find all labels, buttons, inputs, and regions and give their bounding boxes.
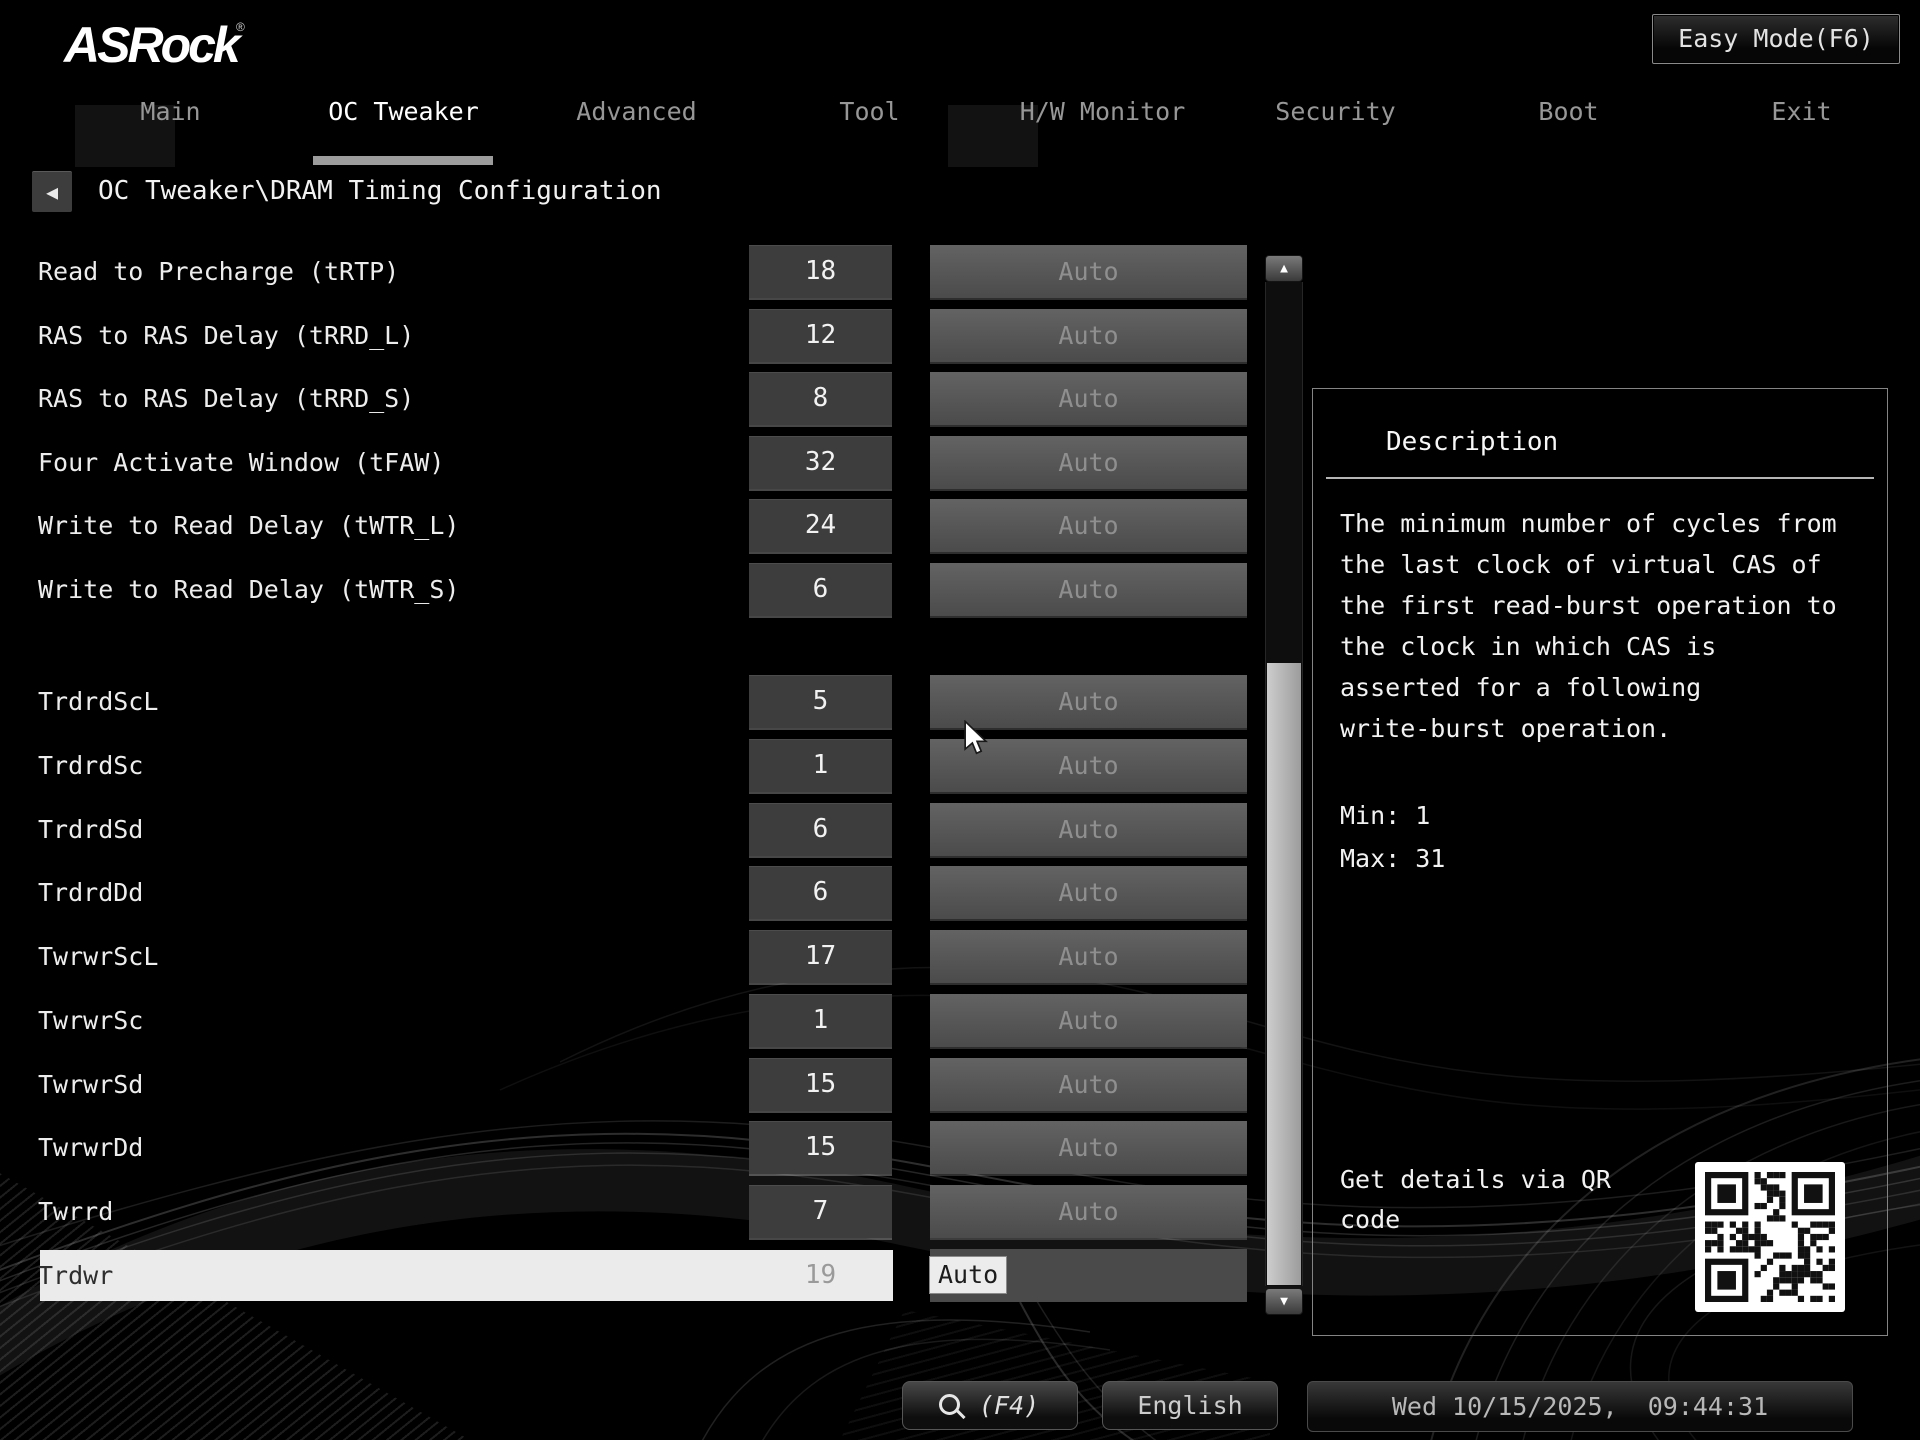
setting-label: TrdrdDd bbox=[38, 866, 143, 919]
setting-label: TrdrdScL bbox=[38, 675, 158, 728]
setting-label: TwrwrSd bbox=[38, 1058, 143, 1111]
setting-value-box[interactable]: 32 bbox=[749, 436, 892, 489]
down-arrow-icon: ▼ bbox=[1280, 1294, 1288, 1309]
setting-auto-box[interactable]: AutoAuto bbox=[930, 1121, 1247, 1174]
datetime-display: Wed 10/15/2025, 09:44:31 bbox=[1307, 1381, 1853, 1432]
back-button[interactable]: ◀ bbox=[32, 171, 72, 212]
setting-value-box[interactable]: 7 bbox=[749, 1185, 892, 1238]
active-tab-underline bbox=[313, 156, 493, 165]
description-divider bbox=[1326, 477, 1874, 479]
setting-value-box[interactable]: 1 bbox=[749, 994, 892, 1047]
setting-label: TwrwrDd bbox=[38, 1121, 143, 1174]
tab-main[interactable]: Main bbox=[54, 96, 287, 144]
qr-caption: Get details via QR code bbox=[1340, 1160, 1611, 1240]
tab-oc-tweaker[interactable]: OC Tweaker bbox=[287, 96, 520, 144]
setting-label: Trdwr bbox=[38, 1249, 113, 1302]
setting-row: RAS to RAS Delay (tRRD_L) 12 AutoAuto bbox=[0, 309, 1920, 362]
setting-value-box[interactable]: 15 bbox=[749, 1121, 892, 1174]
tab-tool[interactable]: Tool bbox=[753, 96, 986, 144]
setting-value-box[interactable]: 12 bbox=[749, 309, 892, 362]
setting-auto-box[interactable]: AutoAuto bbox=[930, 245, 1247, 298]
search-button[interactable]: (F4) bbox=[902, 1381, 1078, 1430]
registered-mark: ® bbox=[236, 20, 245, 34]
setting-label: TwrwrSc bbox=[38, 994, 143, 1047]
setting-label: Write to Read Delay (tWTR_S) bbox=[38, 563, 459, 616]
bios-screen: ASRock ® Easy Mode(F6) MainOC TweakerAdv… bbox=[0, 0, 1920, 1440]
tab-advanced[interactable]: Advanced bbox=[520, 96, 753, 144]
setting-label: Write to Read Delay (tWTR_L) bbox=[38, 499, 459, 552]
setting-value-box[interactable]: 5 bbox=[749, 675, 892, 728]
setting-label: Read to Precharge (tRTP) bbox=[38, 245, 399, 298]
setting-auto-box[interactable]: AutoAuto bbox=[930, 866, 1247, 919]
setting-auto-box[interactable]: AutoAuto bbox=[930, 994, 1247, 1047]
setting-auto-box[interactable]: AutoAuto bbox=[930, 1249, 1247, 1302]
min-value: Min: 1 bbox=[1340, 794, 1445, 837]
setting-label: RAS to RAS Delay (tRRD_L) bbox=[38, 309, 414, 362]
setting-label: RAS to RAS Delay (tRRD_S) bbox=[38, 372, 414, 425]
back-arrow-icon: ◀ bbox=[32, 172, 72, 212]
description-title: Description bbox=[1386, 427, 1558, 457]
setting-value-box[interactable]: 6 bbox=[749, 563, 892, 616]
setting-value-box[interactable]: 18 bbox=[749, 245, 892, 298]
language-button[interactable]: English bbox=[1102, 1381, 1278, 1430]
scrollbar-down-button[interactable]: ▼ bbox=[1265, 1288, 1303, 1315]
setting-row: Read to Precharge (tRTP) 18 AutoAuto bbox=[0, 245, 1920, 298]
max-value: Max: 31 bbox=[1340, 837, 1445, 880]
setting-auto-box[interactable]: AutoAuto bbox=[930, 803, 1247, 856]
setting-value-box[interactable]: 6 bbox=[749, 866, 892, 919]
up-arrow-icon: ▲ bbox=[1280, 261, 1288, 276]
qr-caption-line: code bbox=[1340, 1200, 1611, 1240]
setting-auto-box[interactable]: AutoAuto bbox=[930, 930, 1247, 983]
qr-code bbox=[1695, 1162, 1845, 1312]
setting-auto-box[interactable]: AutoAuto bbox=[930, 436, 1247, 489]
menu-tabs: MainOC TweakerAdvancedToolH/W MonitorSec… bbox=[54, 96, 1918, 144]
search-shortcut-label: (F4) bbox=[979, 1382, 1039, 1429]
setting-auto-box[interactable]: AutoAuto bbox=[930, 1185, 1247, 1238]
easy-mode-button[interactable]: Easy Mode(F6) bbox=[1652, 14, 1900, 64]
setting-auto-box[interactable]: AutoAuto bbox=[930, 563, 1247, 616]
scrollbar-up-button[interactable]: ▲ bbox=[1265, 255, 1303, 282]
breadcrumb: OC Tweaker\DRAM Timing Configuration bbox=[98, 171, 662, 211]
description-text: The minimum number of cycles fromthe las… bbox=[1340, 503, 1837, 749]
search-icon bbox=[939, 1394, 960, 1415]
tab-security[interactable]: Security bbox=[1219, 96, 1452, 144]
setting-label: TrdrdSc bbox=[38, 739, 143, 792]
tab-exit[interactable]: Exit bbox=[1685, 96, 1918, 144]
setting-value-box[interactable]: 19 bbox=[749, 1249, 892, 1302]
setting-auto-box[interactable]: AutoAuto bbox=[930, 499, 1247, 552]
setting-auto-box[interactable]: AutoAuto bbox=[930, 372, 1247, 425]
description-min-max: Min: 1 Max: 31 bbox=[1340, 794, 1445, 880]
setting-label: TrdrdSd bbox=[38, 803, 143, 856]
setting-value-box[interactable]: 17 bbox=[749, 930, 892, 983]
setting-value-box[interactable]: 1 bbox=[749, 739, 892, 792]
qr-caption-line: Get details via QR bbox=[1340, 1160, 1611, 1200]
setting-label: TwrwrScL bbox=[38, 930, 158, 983]
setting-value-box[interactable]: 15 bbox=[749, 1058, 892, 1111]
tab-h-w-monitor[interactable]: H/W Monitor bbox=[986, 96, 1219, 144]
mouse-cursor bbox=[962, 720, 996, 756]
setting-value-box[interactable]: 6 bbox=[749, 803, 892, 856]
tab-boot[interactable]: Boot bbox=[1452, 96, 1685, 144]
asrock-logo: ASRock bbox=[64, 16, 238, 74]
setting-label: Twrrd bbox=[38, 1185, 113, 1238]
scrollbar-thumb[interactable] bbox=[1267, 663, 1301, 1285]
setting-label: Four Activate Window (tFAW) bbox=[38, 436, 444, 489]
setting-value-box[interactable]: 24 bbox=[749, 499, 892, 552]
setting-auto-box[interactable]: AutoAuto bbox=[930, 1058, 1247, 1111]
setting-auto-box[interactable]: AutoAuto bbox=[930, 309, 1247, 362]
setting-value-box[interactable]: 8 bbox=[749, 372, 892, 425]
